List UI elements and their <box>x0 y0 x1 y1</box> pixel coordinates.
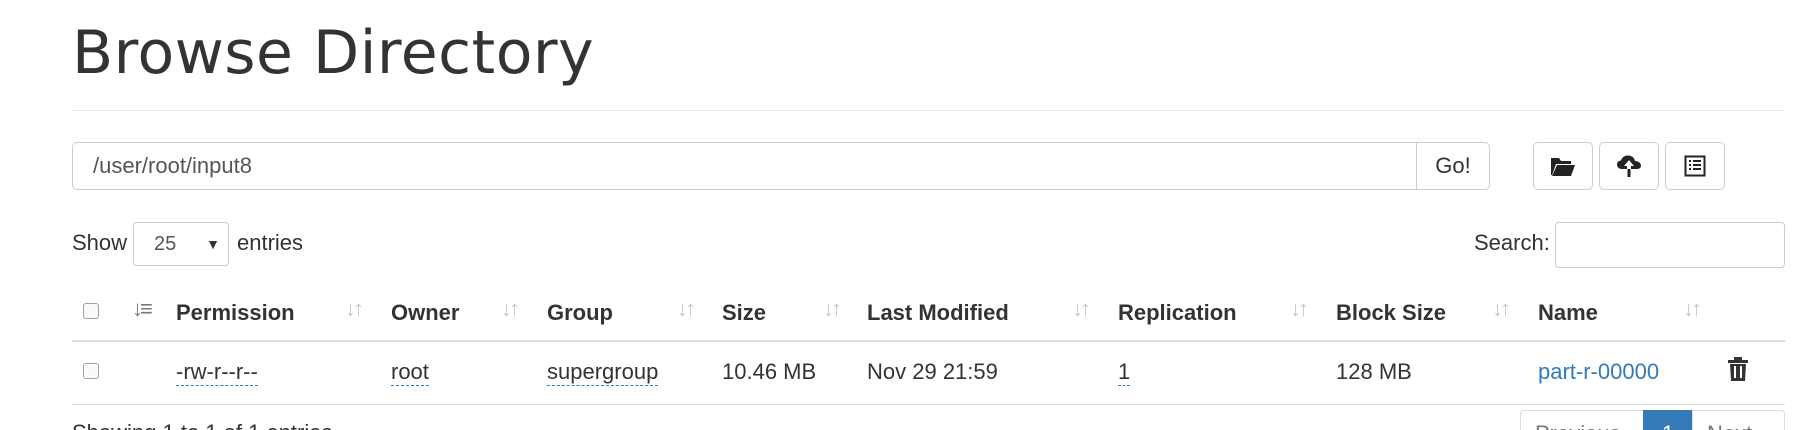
directory-path-input[interactable]: /user/root/input8 <box>72 142 1417 190</box>
trash-icon <box>1728 357 1748 381</box>
group-cell[interactable]: supergroup <box>547 359 659 386</box>
upload-cloud-icon <box>1617 155 1641 177</box>
sort-icon[interactable]: ↓↑ <box>1683 296 1702 322</box>
pagination-previous[interactable]: Previous <box>1520 410 1644 430</box>
column-header-name[interactable]: Name <box>1538 300 1598 326</box>
pagination-next[interactable]: Next <box>1692 410 1785 430</box>
last-modified-cell: Nov 29 21:59 <box>867 359 998 384</box>
permission-link[interactable]: -rw-r--r-- <box>176 359 258 386</box>
upload-files-button[interactable] <box>1599 142 1659 190</box>
list-icon <box>1684 155 1706 177</box>
row-divider <box>72 404 1785 405</box>
search-input[interactable] <box>1555 222 1785 268</box>
column-header-permission[interactable]: Permission <box>176 300 295 326</box>
column-header-replication[interactable]: Replication <box>1118 300 1237 326</box>
entries-per-page-select[interactable]: 25 ▼ <box>133 222 229 266</box>
group-link[interactable]: supergroup <box>547 359 659 386</box>
sort-icon[interactable]: ↓↑ <box>501 296 520 322</box>
table-header-divider <box>72 340 1785 342</box>
column-header-last-modified[interactable]: Last Modified <box>867 300 1009 326</box>
search-label: Search: <box>1474 230 1550 255</box>
replication-link[interactable]: 1 <box>1118 359 1131 386</box>
sort-ascending-icon[interactable]: ↓≡ <box>132 296 153 322</box>
row-checkbox[interactable] <box>83 363 99 379</box>
size-cell: 10.46 MB <box>722 359 817 384</box>
owner-cell[interactable]: root <box>391 359 429 386</box>
entries-label: entries <box>237 230 304 255</box>
permission-cell[interactable]: -rw-r--r-- <box>176 359 258 386</box>
pagination-current-page[interactable]: 1 <box>1643 410 1693 430</box>
select-all-checkbox[interactable] <box>83 303 99 319</box>
go-button[interactable]: Go! <box>1416 142 1490 190</box>
column-header-size[interactable]: Size <box>722 300 766 326</box>
delete-button[interactable] <box>1728 357 1748 386</box>
browse-directory-page: Browse Directory /user/root/input8 Go! S… <box>0 0 1818 430</box>
show-label: Show <box>72 230 128 255</box>
folder-open-icon <box>1551 158 1575 176</box>
replication-cell[interactable]: 1 <box>1118 359 1131 386</box>
column-header-block-size[interactable]: Block Size <box>1336 300 1446 326</box>
owner-link[interactable]: root <box>391 359 429 386</box>
cut-paste-button[interactable] <box>1665 142 1725 190</box>
create-directory-button[interactable] <box>1533 142 1593 190</box>
column-header-group[interactable]: Group <box>547 300 613 326</box>
sort-icon[interactable]: ↓↑ <box>677 296 696 322</box>
chevron-down-icon: ▼ <box>206 236 220 252</box>
sort-icon[interactable]: ↓↑ <box>823 296 842 322</box>
sort-icon[interactable]: ↓↑ <box>345 296 364 322</box>
sort-icon[interactable]: ↓↑ <box>1290 296 1309 322</box>
block-size-cell: 128 MB <box>1336 359 1412 384</box>
sort-icon[interactable]: ↓↑ <box>1492 296 1511 322</box>
column-header-owner[interactable]: Owner <box>391 300 459 326</box>
entries-select-value: 25 <box>154 232 177 255</box>
file-name-link[interactable]: part-r-00000 <box>1538 359 1659 385</box>
title-divider <box>72 110 1785 111</box>
sort-icon[interactable]: ↓↑ <box>1072 296 1091 322</box>
page-title: Browse Directory <box>72 18 595 88</box>
table-info-text: Showing 1 to 1 of 1 entries <box>72 420 333 430</box>
